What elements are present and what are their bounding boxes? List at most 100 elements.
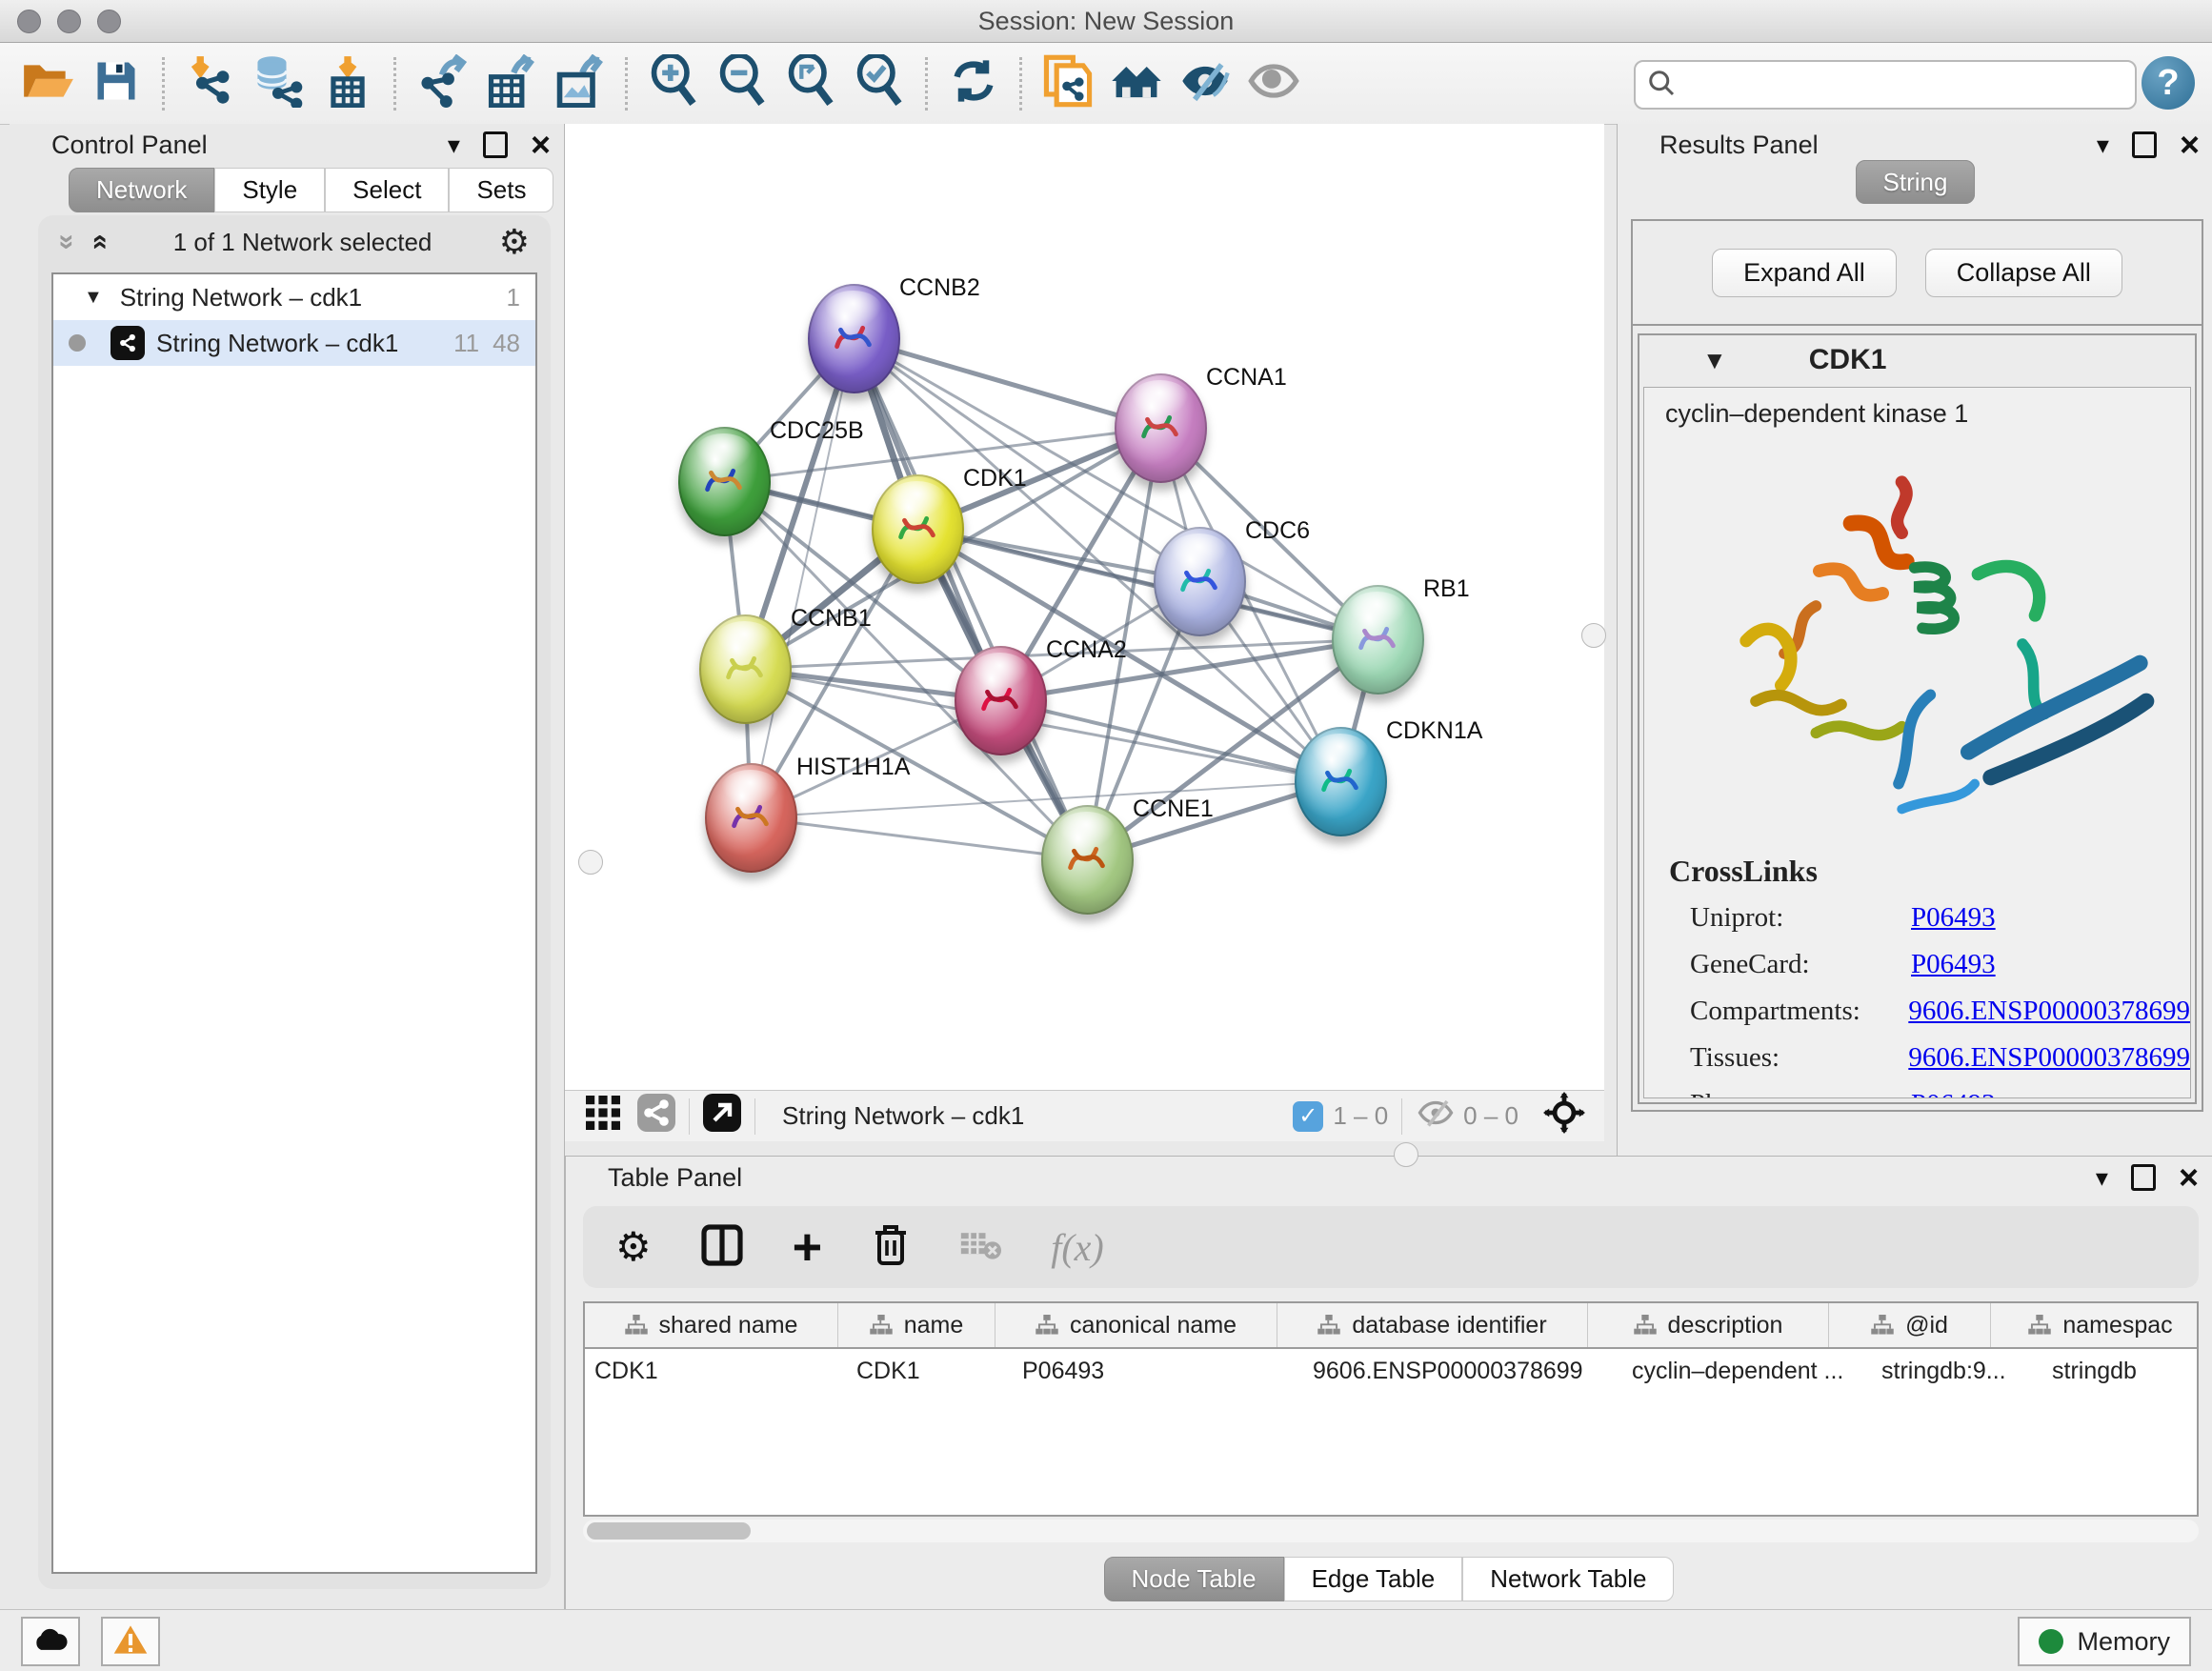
warnings-button[interactable] (101, 1617, 160, 1666)
selected-checkbox-icon[interactable]: ✓ (1293, 1101, 1323, 1132)
import-network-from-database-button[interactable] (245, 50, 313, 117)
tab-network[interactable]: Network (69, 168, 214, 212)
collapse-triangle-icon[interactable]: ▼ (1702, 346, 1727, 375)
refresh-button[interactable] (939, 50, 1008, 117)
tab-string[interactable]: String (1856, 160, 1976, 204)
network-node-CCNE1[interactable] (1041, 805, 1134, 915)
share-view-icon[interactable] (637, 1094, 675, 1138)
table-cell[interactable]: P06493 (1013, 1349, 1303, 1393)
save-session-button[interactable] (82, 50, 151, 117)
network-node-HIST1H1A[interactable] (705, 763, 797, 873)
crosslink-pharos-link[interactable]: P06493 (1911, 1089, 1996, 1098)
zoom-selected-button[interactable] (845, 50, 914, 117)
tab-style[interactable]: Style (214, 168, 325, 212)
show-all-button[interactable] (1239, 50, 1308, 117)
column-header-id[interactable]: @id (1829, 1303, 1991, 1347)
help-button[interactable]: ? (2142, 56, 2195, 110)
netbar-separator (1401, 1098, 1402, 1135)
close-window-button[interactable] (17, 10, 41, 33)
import-table-button[interactable] (313, 50, 382, 117)
panel-menu-icon[interactable]: ▾ (2096, 1163, 2108, 1193)
close-panel-icon[interactable]: × (531, 128, 551, 162)
crosslink-genecard-link[interactable]: P06493 (1911, 949, 1996, 980)
hide-selection-button[interactable] (1171, 50, 1239, 117)
export-network-button[interactable] (408, 50, 476, 117)
network-node-RB1[interactable] (1332, 585, 1424, 695)
collapse-all-networks-icon[interactable]: » (82, 234, 114, 251)
float-panel-icon[interactable] (483, 131, 508, 158)
column-header-namespac[interactable]: namespac (1991, 1303, 2199, 1347)
column-header-description[interactable]: description (1588, 1303, 1829, 1347)
table-cell[interactable]: CDK1 (585, 1349, 847, 1393)
tab-edge-table[interactable]: Edge Table (1284, 1557, 1463, 1601)
scrollbar-thumb[interactable] (587, 1522, 751, 1540)
maximize-window-button[interactable] (97, 10, 121, 33)
zoom-out-button[interactable] (708, 50, 776, 117)
panel-menu-icon[interactable]: ▾ (2097, 131, 2109, 160)
zoom-in-button[interactable] (639, 50, 708, 117)
network-node-CDK1[interactable] (872, 474, 964, 584)
expand-all-networks-icon[interactable]: » (50, 234, 83, 251)
collapse-all-button[interactable]: Collapse All (1925, 249, 2122, 297)
network-row[interactable]: String Network – cdk1 11 48 (53, 320, 535, 366)
network-node-CCNA1[interactable] (1115, 373, 1207, 483)
column-header-name[interactable]: name (838, 1303, 995, 1347)
float-panel-icon[interactable] (2132, 131, 2157, 158)
add-column-icon[interactable]: + (793, 1221, 823, 1273)
cloud-status-button[interactable] (21, 1617, 80, 1666)
bottom-splitter-handle[interactable] (1394, 1142, 1418, 1167)
minimize-window-button[interactable] (57, 10, 81, 33)
column-header-canonical-name[interactable]: canonical name (995, 1303, 1277, 1347)
network-node-CDC6[interactable] (1154, 527, 1246, 636)
panel-menu-icon[interactable]: ▾ (448, 131, 460, 160)
table-cell[interactable]: 9606.ENSP00000378699 (1303, 1349, 1622, 1393)
network-canvas[interactable]: CCNB2CCNA1CDC25BCDK1CDC6RB1CCNB1CCNA2CDK… (565, 124, 1604, 1091)
tab-sets[interactable]: Sets (449, 168, 553, 212)
delete-column-trash-icon[interactable] (872, 1223, 910, 1272)
table-cell[interactable]: cyclin–dependent ... (1622, 1349, 1872, 1393)
close-panel-icon[interactable]: × (2180, 128, 2200, 162)
table-cell[interactable]: stringdb:9... (1872, 1349, 2042, 1393)
network-node-CCNB1[interactable] (699, 614, 792, 724)
network-options-gear-icon[interactable]: ⚙ (499, 222, 530, 262)
export-table-button[interactable] (476, 50, 545, 117)
table-horizontal-scrollbar[interactable] (583, 1520, 2199, 1542)
right-splitter-handle[interactable] (1581, 623, 1606, 648)
crosslink-tissues-link[interactable]: 9606.ENSP00000378699 (1908, 1042, 2190, 1074)
search-input[interactable] (1685, 70, 2123, 101)
network-node-CCNA2[interactable] (955, 646, 1047, 755)
network-node-CDC25B[interactable] (678, 427, 771, 536)
tab-select[interactable]: Select (325, 168, 449, 212)
export-network-icon (415, 54, 469, 112)
toolbar-search[interactable] (1634, 60, 2137, 110)
column-header-shared-name[interactable]: shared name (585, 1303, 838, 1347)
birdseye-view-icon[interactable] (703, 1094, 741, 1138)
grid-icon[interactable] (584, 1094, 622, 1138)
crosslink-compartments-link[interactable]: 9606.ENSP00000378699 (1908, 996, 2190, 1027)
tab-network-table[interactable]: Network Table (1462, 1557, 1674, 1601)
collapse-triangle-icon[interactable]: ▼ (84, 287, 103, 309)
open-session-button[interactable] (13, 50, 82, 117)
float-panel-icon[interactable] (2131, 1164, 2156, 1191)
crosshair-icon[interactable] (1543, 1092, 1585, 1140)
column-header-database-identifier[interactable]: database identifier (1277, 1303, 1588, 1347)
left-splitter-handle[interactable] (578, 850, 603, 875)
table-settings-gear-icon[interactable]: ⚙ (615, 1227, 652, 1267)
table-cell[interactable]: CDK1 (847, 1349, 1013, 1393)
table-row[interactable]: CDK1CDK1P064939606.ENSP00000378699cyclin… (585, 1349, 2197, 1393)
home-button[interactable] (1102, 50, 1171, 117)
close-panel-icon[interactable]: × (2179, 1160, 2199, 1195)
show-columns-icon[interactable] (701, 1224, 743, 1271)
network-node-CDKN1A[interactable] (1295, 727, 1387, 836)
table-cell[interactable]: stringdb (2042, 1349, 2199, 1393)
new-network-from-selection-button[interactable] (1034, 50, 1102, 117)
expand-all-button[interactable]: Expand All (1712, 249, 1897, 297)
tab-node-table[interactable]: Node Table (1104, 1557, 1284, 1601)
network-node-CCNB2[interactable] (808, 284, 900, 393)
memory-button[interactable]: Memory (2018, 1617, 2191, 1666)
zoom-fit-button[interactable] (776, 50, 845, 117)
network-collection-row[interactable]: ▼ String Network – cdk1 1 (53, 274, 535, 320)
export-image-button[interactable] (545, 50, 613, 117)
crosslink-uniprot-link[interactable]: P06493 (1911, 902, 1996, 934)
import-network-button[interactable] (176, 50, 245, 117)
